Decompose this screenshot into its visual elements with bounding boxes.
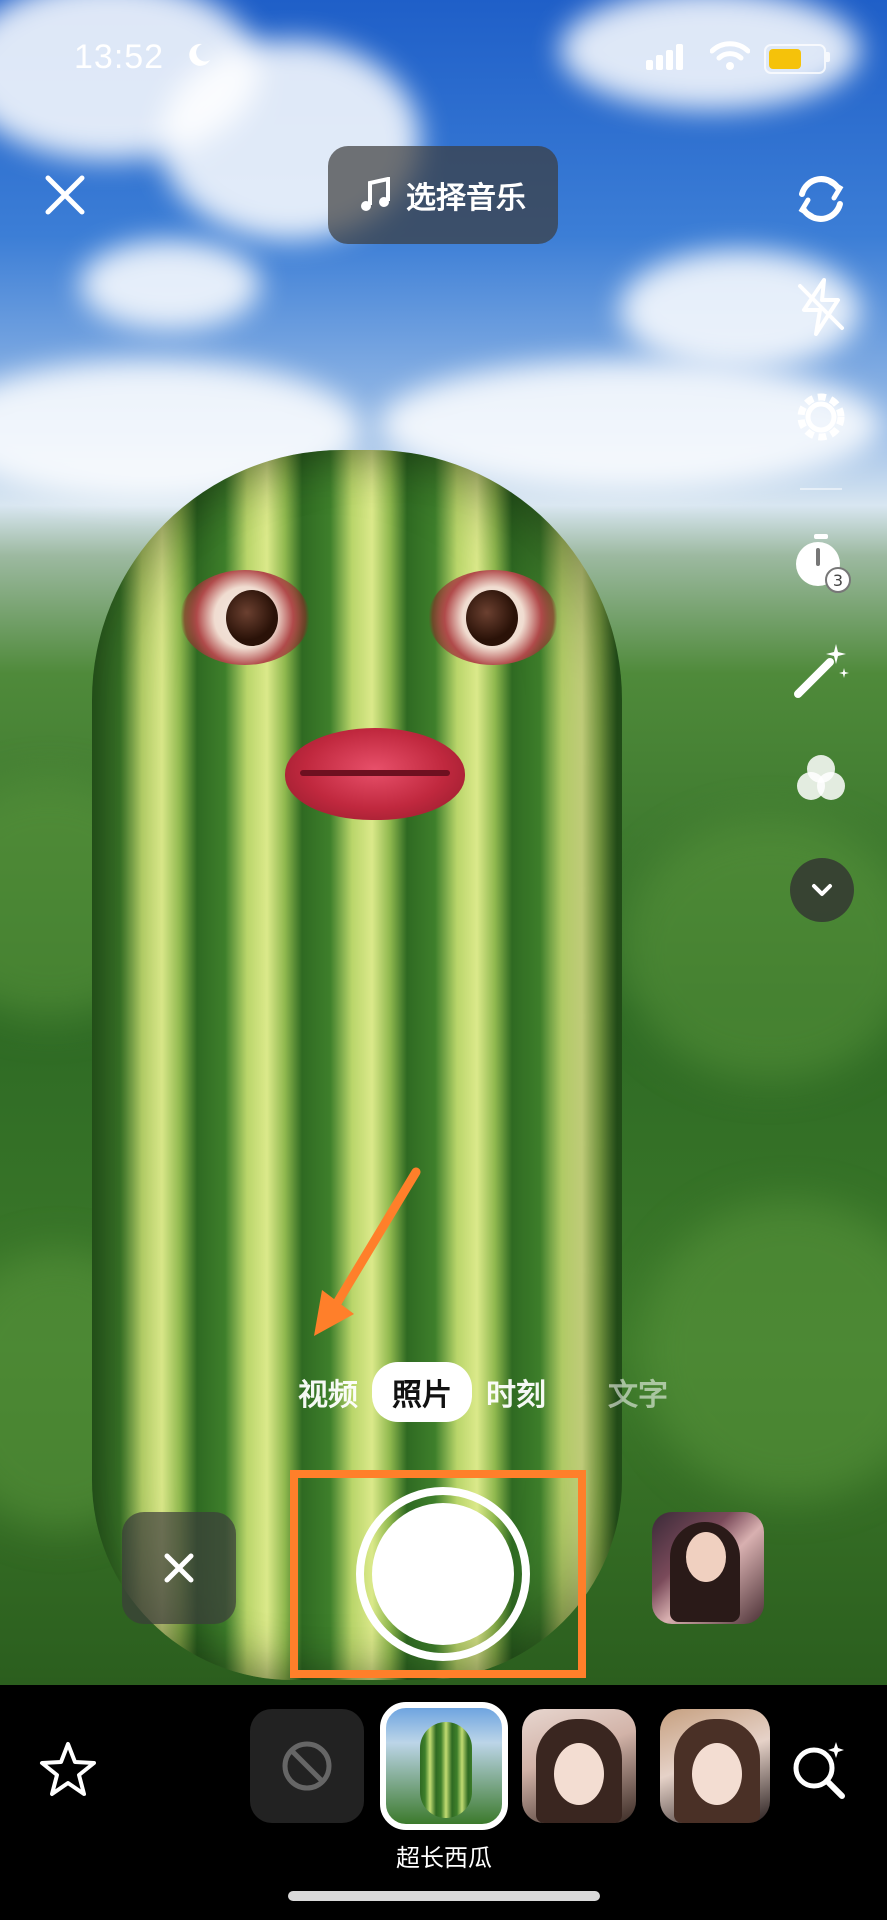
timer-3-icon: 3 — [796, 534, 851, 593]
flip-camera-icon — [798, 176, 844, 222]
select-music-button[interactable]: 选择音乐 — [328, 146, 558, 244]
svg-text:3: 3 — [833, 571, 843, 590]
effect-tile-3[interactable] — [660, 1709, 770, 1823]
toolbar-divider — [800, 488, 842, 490]
capture-mode-selector: 视频 照片 时刻 文字 — [284, 1362, 682, 1422]
battery-nub — [826, 52, 830, 62]
cellular-signal-icon — [646, 44, 683, 70]
right-eye — [428, 570, 558, 665]
effect-tile-watermelon[interactable] — [380, 1702, 508, 1830]
annotation-arrow — [314, 1167, 421, 1336]
selected-effect-label: 超长西瓜 — [396, 1845, 492, 1872]
lip-line — [300, 770, 450, 776]
gallery-thumbnail[interactable] — [652, 1512, 764, 1624]
moon-icon — [189, 43, 210, 66]
close-icon[interactable] — [38, 168, 92, 222]
remove-effect-button[interactable] — [122, 1512, 236, 1624]
mode-moment[interactable]: 时刻 — [472, 1370, 560, 1414]
gear-icon — [797, 393, 845, 441]
close-icon — [164, 1553, 194, 1583]
star-icon[interactable] — [36, 1738, 100, 1802]
flash-off-icon — [798, 278, 844, 336]
shutter-button[interactable] — [372, 1503, 514, 1645]
filters-icon — [797, 755, 845, 800]
beauty-button[interactable] — [790, 640, 852, 702]
no-effect-tile[interactable] — [250, 1709, 364, 1823]
music-note-icon — [361, 177, 390, 211]
left-eye — [180, 570, 310, 665]
magic-wand-icon — [794, 644, 849, 698]
status-time: 13:52 — [74, 38, 165, 76]
mode-text[interactable]: 文字 — [594, 1370, 682, 1414]
filters-button[interactable] — [790, 748, 852, 810]
flash-button[interactable] — [790, 276, 852, 338]
flip-camera-button[interactable] — [790, 168, 852, 230]
mode-video[interactable]: 视频 — [284, 1370, 372, 1414]
home-indicator[interactable] — [288, 1891, 600, 1901]
chevron-down-icon — [812, 884, 832, 896]
timer-button[interactable]: 3 — [790, 532, 852, 594]
effect-search-icon[interactable] — [786, 1738, 850, 1802]
more-options-button[interactable] — [790, 858, 854, 922]
battery-icon — [764, 44, 826, 74]
select-music-label: 选择音乐 — [406, 182, 526, 215]
settings-button[interactable] — [790, 386, 852, 448]
mode-photo[interactable]: 照片 — [372, 1362, 472, 1422]
effect-tile-2[interactable] — [522, 1709, 636, 1823]
wifi-icon — [710, 41, 750, 70]
no-filter-icon — [282, 1741, 332, 1791]
